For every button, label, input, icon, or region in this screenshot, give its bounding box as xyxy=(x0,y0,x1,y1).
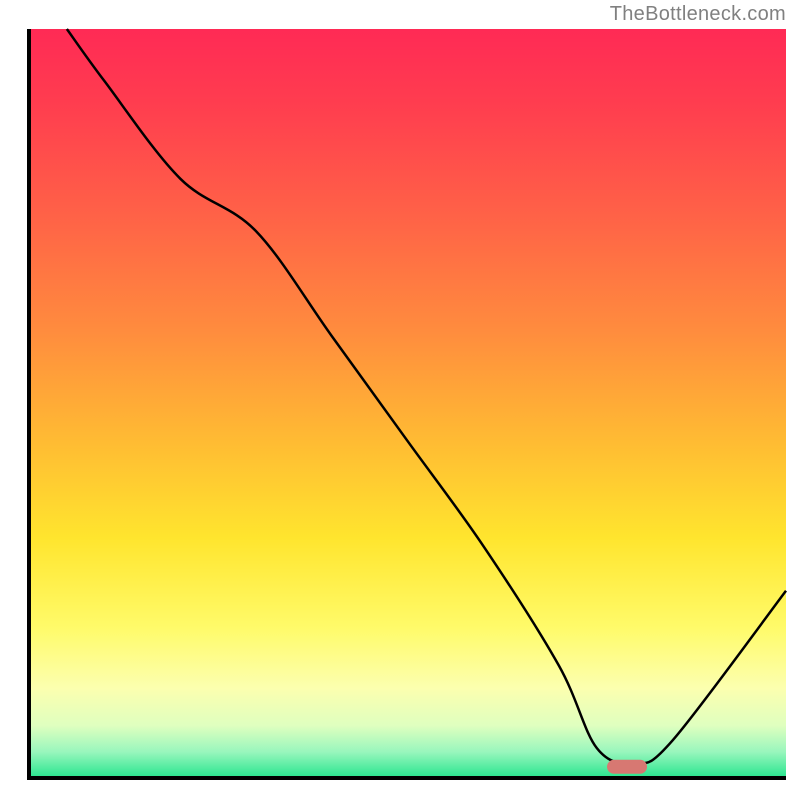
watermark-text: TheBottleneck.com xyxy=(610,3,786,26)
optimum-marker xyxy=(607,760,647,774)
plot-background xyxy=(29,29,786,778)
bottleneck-chart xyxy=(0,0,800,800)
chart-container: TheBottleneck.com xyxy=(0,0,800,800)
